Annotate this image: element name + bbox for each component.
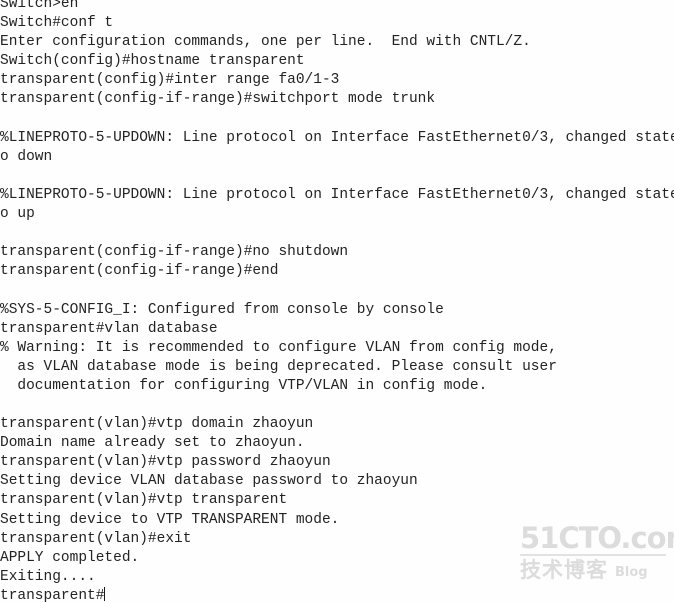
console-line: transparent(config-if-range)#end <box>0 263 279 280</box>
terminal-window[interactable]: Switch>en Switch#conf t Enter configuratio… <box>0 0 674 603</box>
console-line: transparent(config-if-range)#switchport … <box>0 91 436 108</box>
console-line: transparent(config)#inter range fa0/1-3 <box>0 72 340 89</box>
console-line: % Warning: It is recommended to configur… <box>0 339 557 356</box>
console-line: %LINEPROTO-5-UPDOWN: Line protocol on In… <box>0 129 674 146</box>
text-cursor <box>104 586 106 601</box>
console-line: transparent(vlan)#vtp transparent <box>0 492 288 509</box>
console-line: Exiting.... <box>0 568 96 585</box>
console-line: o up <box>0 206 35 223</box>
console-line: transparent#vlan database <box>0 320 218 337</box>
console-line: transparent# <box>0 586 106 603</box>
console-line: Switch#conf t <box>0 15 114 32</box>
console-line: Enter configuration commands, one per li… <box>0 34 531 51</box>
console-line: %SYS-5-CONFIG_I: Configured from console… <box>0 301 444 318</box>
console-line: transparent(vlan)#vtp domain zhaoyun <box>0 416 314 433</box>
console-line: transparent(vlan)#vtp password zhaoyun <box>0 454 331 471</box>
console-line: documentation for configuring VTP/VLAN i… <box>0 377 488 394</box>
console-line: Switch>en <box>0 0 79 12</box>
console-line: Switch(config)#hostname transparent <box>0 53 305 70</box>
console-line: Domain name already set to zhaoyun. <box>0 435 305 452</box>
console-line: Setting device to VTP TRANSPARENT mode. <box>0 511 340 528</box>
console-output: Switch>en Switch#conf t Enter configuratio… <box>0 0 674 603</box>
console-line: APPLY completed. <box>0 549 140 566</box>
console-line: transparent(vlan)#exit <box>0 530 192 547</box>
console-line: %LINEPROTO-5-UPDOWN: Line protocol on In… <box>0 186 674 203</box>
console-line: transparent(config-if-range)#no shutdown <box>0 244 349 261</box>
console-line: as VLAN database mode is being deprecate… <box>0 358 557 375</box>
console-line: Setting device VLAN database password to… <box>0 473 418 490</box>
console-line: o down <box>0 148 53 165</box>
